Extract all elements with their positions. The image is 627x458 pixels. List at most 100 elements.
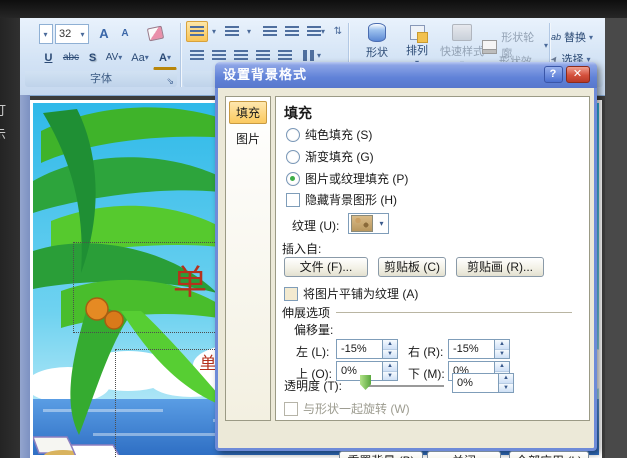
spin-down-icon: ▼ (383, 349, 397, 358)
spin-down-icon: ▼ (499, 383, 513, 392)
font-size-combo[interactable]: 32 ▾ (55, 24, 89, 44)
group-separator (180, 23, 182, 87)
dialog-launcher-icon[interactable]: ⇘ (166, 77, 174, 86)
chevron-down-icon: ▾ (246, 27, 251, 36)
line-spacing-button[interactable]: ▾ (305, 21, 327, 42)
clipart-button[interactable]: 剪贴画 (R)... (456, 257, 544, 277)
shape-outline-icon (482, 39, 498, 54)
spinner-arrows[interactable]: ▲▼ (382, 340, 397, 358)
font-group-label: 字体 (25, 71, 177, 87)
screen: 打 示 ▾ 32 ▾ A A U abc S AV▾ Aa▾ A▾ 字体 ⇘ (0, 0, 627, 458)
character-spacing-button[interactable]: AV ▾ (101, 47, 127, 68)
pane-edge (20, 95, 30, 458)
underline-button[interactable]: U (39, 47, 58, 68)
spin-up-icon: ▲ (499, 374, 513, 384)
file-button[interactable]: 文件 (F)... (284, 257, 368, 277)
spin-up-icon: ▲ (495, 362, 509, 372)
close-button[interactable]: 关闭 (427, 451, 501, 458)
clipboard-button[interactable]: 剪贴板 (C) (378, 257, 446, 277)
offset-left-spinner[interactable]: -15% ▲ ▼ (336, 339, 398, 359)
checkbox-hide-background[interactable]: 隐藏背景图形 (H) (286, 191, 397, 208)
tab-fill[interactable]: 填充 (229, 101, 267, 124)
spinner-arrows[interactable]: ▲▼ (494, 340, 509, 358)
chevron-down-icon: ▾ (43, 29, 48, 39)
spin-up-icon: ▲ (495, 340, 509, 350)
texture-dropdown[interactable]: ▾ (348, 213, 389, 234)
increase-indent-button[interactable] (281, 21, 303, 42)
spinner-value: 0% (457, 377, 473, 389)
chevron-down-icon: ▾ (166, 53, 171, 62)
clear-formatting-button[interactable] (143, 23, 167, 44)
dialog-tab-list: 填充 图片 (225, 96, 271, 421)
spinner-value: -15% (453, 343, 479, 355)
font-color-button[interactable]: A ▾ (153, 47, 177, 70)
justify-icon (256, 50, 270, 61)
spinner-value: 0% (341, 365, 357, 377)
replace-icon: ab (551, 32, 562, 42)
replace-button[interactable]: ab 替换 ▾ (551, 29, 593, 45)
offset-right-spinner[interactable]: -15% ▲ ▼ (448, 339, 510, 359)
checkbox-disabled-icon (284, 401, 298, 416)
edge-char: 打 (0, 100, 6, 119)
shapes-icon (368, 23, 386, 42)
quick-styles-icon (452, 24, 472, 41)
offset-right-label: 右 (R): (408, 345, 444, 359)
text-shadow-button[interactable]: S (84, 47, 101, 68)
checkbox-icon (286, 192, 300, 207)
grow-font-button[interactable]: A (93, 23, 115, 44)
align-right-icon (234, 50, 248, 61)
decrease-indent-icon (263, 26, 277, 37)
dialog-titlebar[interactable]: 设置背景格式 ? ✕ (215, 62, 597, 88)
spinner-arrows[interactable]: ▲▼ (498, 374, 513, 392)
text-direction-button[interactable]: ⇅ (329, 21, 347, 42)
numbering-button[interactable] (221, 21, 243, 42)
radio-solid-fill[interactable]: 纯色填充 (S) (286, 126, 372, 143)
spin-up-icon: ▲ (383, 340, 397, 350)
chevron-down-icon: ▾ (320, 27, 325, 36)
window-top-bar (0, 0, 627, 18)
checkbox-icon (284, 286, 298, 301)
checkbox-tile-picture[interactable]: 将图片平铺为纹理 (A) (284, 285, 418, 302)
shrink-font-button[interactable]: A (115, 23, 135, 44)
reset-background-button[interactable]: 重置背景 (B) (339, 451, 423, 458)
radio-gradient-fill[interactable]: 渐变填充 (G) (286, 148, 374, 165)
line-spacing-icon (306, 26, 321, 37)
change-case-button[interactable]: Aa ▾ (127, 47, 153, 68)
offset-bottom-label: 下 (M): (408, 367, 445, 381)
spinner-arrows[interactable]: ▲▼ (382, 362, 397, 380)
arrange-button[interactable]: 排列 ▾ (398, 23, 436, 67)
numbered-list-icon (225, 26, 239, 37)
section-rule (336, 312, 573, 313)
radio-selected-icon (286, 171, 300, 186)
spinner-value: -15% (341, 343, 367, 355)
help-button[interactable]: ? (544, 66, 563, 83)
bullets-dropdown[interactable]: ▾ (208, 21, 220, 42)
fill-panel: 填充 纯色填充 (S) 渐变填充 (G) 图片或纹理填充 (P) 隐藏背景图形 … (275, 96, 590, 421)
decrease-indent-button[interactable] (259, 21, 281, 42)
ribbon-group-font: ▾ 32 ▾ A A U abc S AV ▾ Aa ▾ A ▾ 字体 ⇘ (25, 21, 177, 91)
align-left-icon (190, 50, 204, 61)
numbering-dropdown[interactable]: ▾ (243, 21, 255, 42)
panel-heading: 填充 (284, 105, 312, 121)
transparency-slider-track[interactable] (368, 385, 444, 388)
increase-indent-icon (285, 26, 299, 37)
font-name-combo[interactable]: ▾ (39, 24, 53, 44)
texture-thumbnail-icon (351, 215, 373, 232)
bullets-button[interactable] (186, 21, 208, 42)
radio-picture-texture-fill[interactable]: 图片或纹理填充 (P) (286, 170, 408, 187)
align-left-button[interactable] (186, 45, 208, 66)
close-icon[interactable]: ✕ (566, 66, 590, 83)
tab-picture[interactable]: 图片 (229, 128, 267, 149)
arrange-icon (409, 25, 428, 43)
insert-from-label: 插入自: (282, 242, 322, 256)
format-background-dialog: 设置背景格式 ? ✕ 填充 图片 填充 纯色填充 (S) 渐变填充 (G) 图片… (215, 62, 597, 458)
edge-char: 示 (0, 124, 6, 143)
offset-left-label: 左 (L): (296, 345, 330, 359)
font-size-value: 32 (59, 28, 72, 40)
checkbox-rotate-with-shape: 与形状一起旋转 (W) (284, 400, 410, 417)
strikethrough-button[interactable]: abc (58, 47, 84, 68)
chevron-down-icon: ▾ (543, 40, 548, 50)
apply-all-button[interactable]: 全部应用 (L) (509, 451, 589, 458)
stretch-options-section: 伸展选项 (282, 304, 582, 321)
transparency-spinner[interactable]: 0% ▲ ▼ (452, 373, 514, 393)
